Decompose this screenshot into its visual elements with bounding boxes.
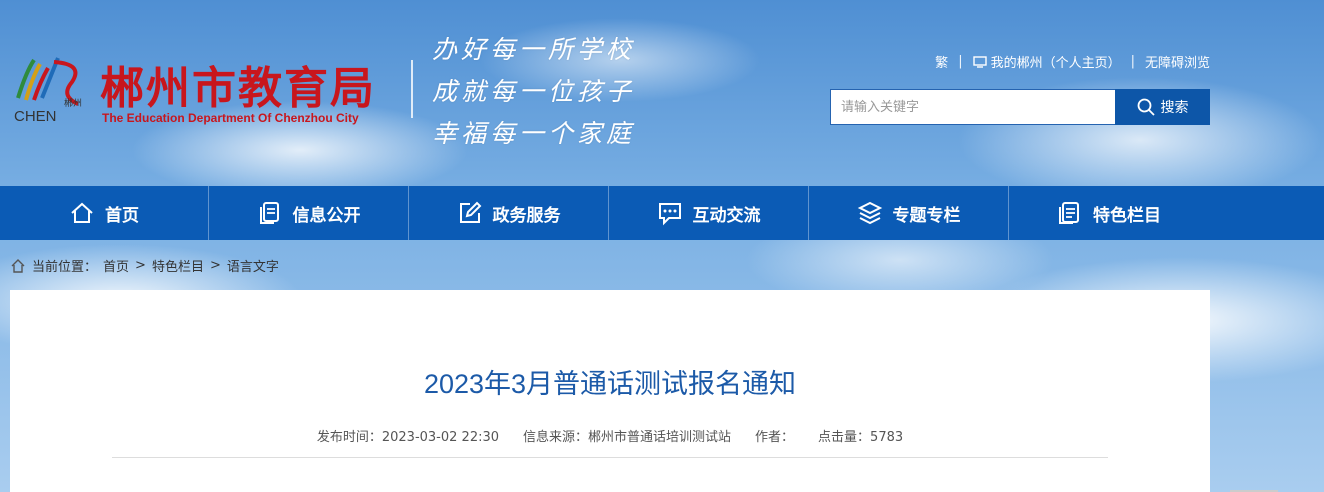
- document-icon: [259, 202, 279, 224]
- author: 作者：: [755, 430, 795, 445]
- breadcrumb-link-home[interactable]: 首页: [103, 256, 129, 275]
- breadcrumb-link-language[interactable]: 语言文字: [227, 256, 279, 275]
- site-logo-title[interactable]: 郴州市教育局: [100, 52, 376, 116]
- main-nav: 首页 信息公开 政务服务 互动交流 专题专栏 特色栏目: [0, 186, 1324, 240]
- logo-mark-text: CHEN: [14, 108, 57, 124]
- publish-time: 发布时间：2023-03-02 22:30: [316, 430, 500, 445]
- search-bar: 搜索: [830, 89, 1210, 125]
- breadcrumb-link-featured[interactable]: 特色栏目: [152, 256, 204, 275]
- nav-item-label: 政务服务: [492, 205, 561, 226]
- breadcrumb: 当前位置： 首页 > 特色栏目 > 语言文字: [10, 256, 279, 275]
- accessible-browse-link[interactable]: 无障碍浏览: [1145, 52, 1210, 71]
- monitor-icon: [972, 55, 987, 68]
- article-title: 2023年3月普通话测试报名通知: [423, 369, 797, 399]
- site-header: 郴州 CHEN 郴州市教育局 The Education Department …: [0, 0, 1324, 186]
- meta-divider: [112, 457, 1108, 458]
- traditional-chinese-link[interactable]: 繁: [935, 52, 948, 71]
- logo-mark-icon: 郴州 CHEN: [14, 57, 82, 124]
- search-button[interactable]: 搜索: [1115, 89, 1210, 125]
- view-count: 点击量：5783: [818, 430, 904, 445]
- nav-item-featured[interactable]: 特色栏目: [1009, 186, 1209, 240]
- edit-icon: [459, 201, 481, 223]
- top-utility-bar: 繁 | 我的郴州（个人主页） | 无障碍浏览: [935, 52, 1210, 71]
- article-panel: 2023年3月普通话测试报名通知 发布时间：2023-03-02 22:30 信…: [10, 290, 1210, 492]
- breadcrumb-separator: >: [209, 258, 221, 273]
- breadcrumb-prefix: 当前位置：: [32, 260, 98, 275]
- nav-item-home[interactable]: 首页: [0, 186, 209, 240]
- slogan-line-1: 办好每一所学校: [432, 35, 636, 64]
- slogan-line-3: 幸福每一个家庭: [432, 119, 636, 148]
- nav-item-label: 特色栏目: [1093, 205, 1161, 226]
- chat-icon: [658, 203, 681, 226]
- nav-item-label: 首页: [105, 205, 139, 226]
- slogan-line-2: 成就每一位孩子: [432, 77, 636, 106]
- my-chenzhou-label: 我的郴州（个人主页）: [990, 56, 1121, 71]
- home-icon: [71, 202, 93, 223]
- article-meta: 发布时间：2023-03-02 22:30 信息来源：郴州市普通话培训测试站 作…: [10, 426, 1210, 445]
- breadcrumb-separator: >: [135, 258, 146, 273]
- info-source: 信息来源：郴州市普通话培训测试站: [523, 430, 732, 445]
- layers-icon: [857, 201, 882, 225]
- nav-item-special-topics[interactable]: 专题专栏: [809, 186, 1009, 240]
- home-icon: [11, 258, 25, 273]
- site-logo-subtitle: The Education Department Of Chenzhou Cit…: [102, 111, 359, 125]
- topbar-separator: |: [958, 54, 963, 69]
- nav-item-label: 互动交流: [692, 205, 761, 226]
- my-chenzhou-link[interactable]: 我的郴州（个人主页）: [972, 52, 1121, 71]
- search-button-label: 搜索: [1160, 100, 1189, 116]
- nav-item-interaction[interactable]: 互动交流: [609, 186, 809, 240]
- topbar-separator: |: [1130, 54, 1135, 69]
- nav-item-label: 专题专栏: [892, 205, 961, 226]
- search-input[interactable]: [830, 89, 1115, 125]
- file-list-icon: [1059, 202, 1079, 224]
- nav-item-gov-service[interactable]: 政务服务: [409, 186, 609, 240]
- nav-item-info-disclosure[interactable]: 信息公开: [209, 186, 409, 240]
- nav-item-label: 信息公开: [292, 205, 361, 226]
- header-divider: [411, 60, 413, 118]
- search-icon: [1137, 98, 1155, 116]
- logo-mark-small-text: 郴州: [64, 97, 82, 109]
